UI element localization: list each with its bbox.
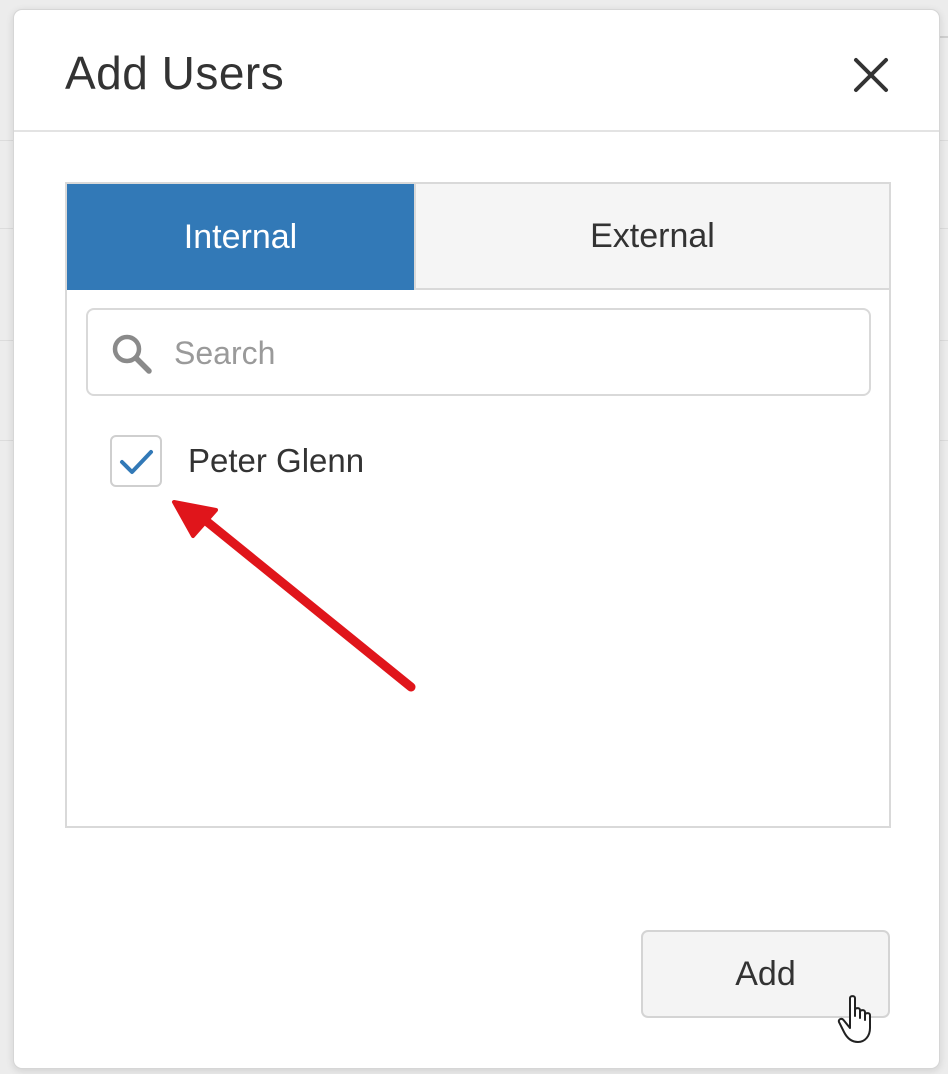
user-type-tabs: Internal External [67,184,889,290]
user-picker-panel: Internal External Peter Glenn [65,182,891,828]
checkmark-icon [120,450,153,474]
user-checkbox[interactable] [110,435,162,487]
dialog-header: Add Users [14,10,939,132]
search-input[interactable] [172,324,856,382]
search-box[interactable] [86,308,871,396]
close-icon [854,58,888,92]
add-users-dialog: Add Users Internal External Search Peter… [13,9,940,1069]
user-list-item[interactable]: Peter Glenn [110,432,364,490]
dialog-title: Add Users [65,47,285,99]
tab-internal[interactable]: Internal [67,184,414,290]
close-button[interactable] [846,50,896,100]
tab-external[interactable]: External [414,184,889,290]
user-name: Peter Glenn [188,442,365,479]
add-button[interactable]: Add [641,930,890,1018]
search-icon [112,334,152,374]
